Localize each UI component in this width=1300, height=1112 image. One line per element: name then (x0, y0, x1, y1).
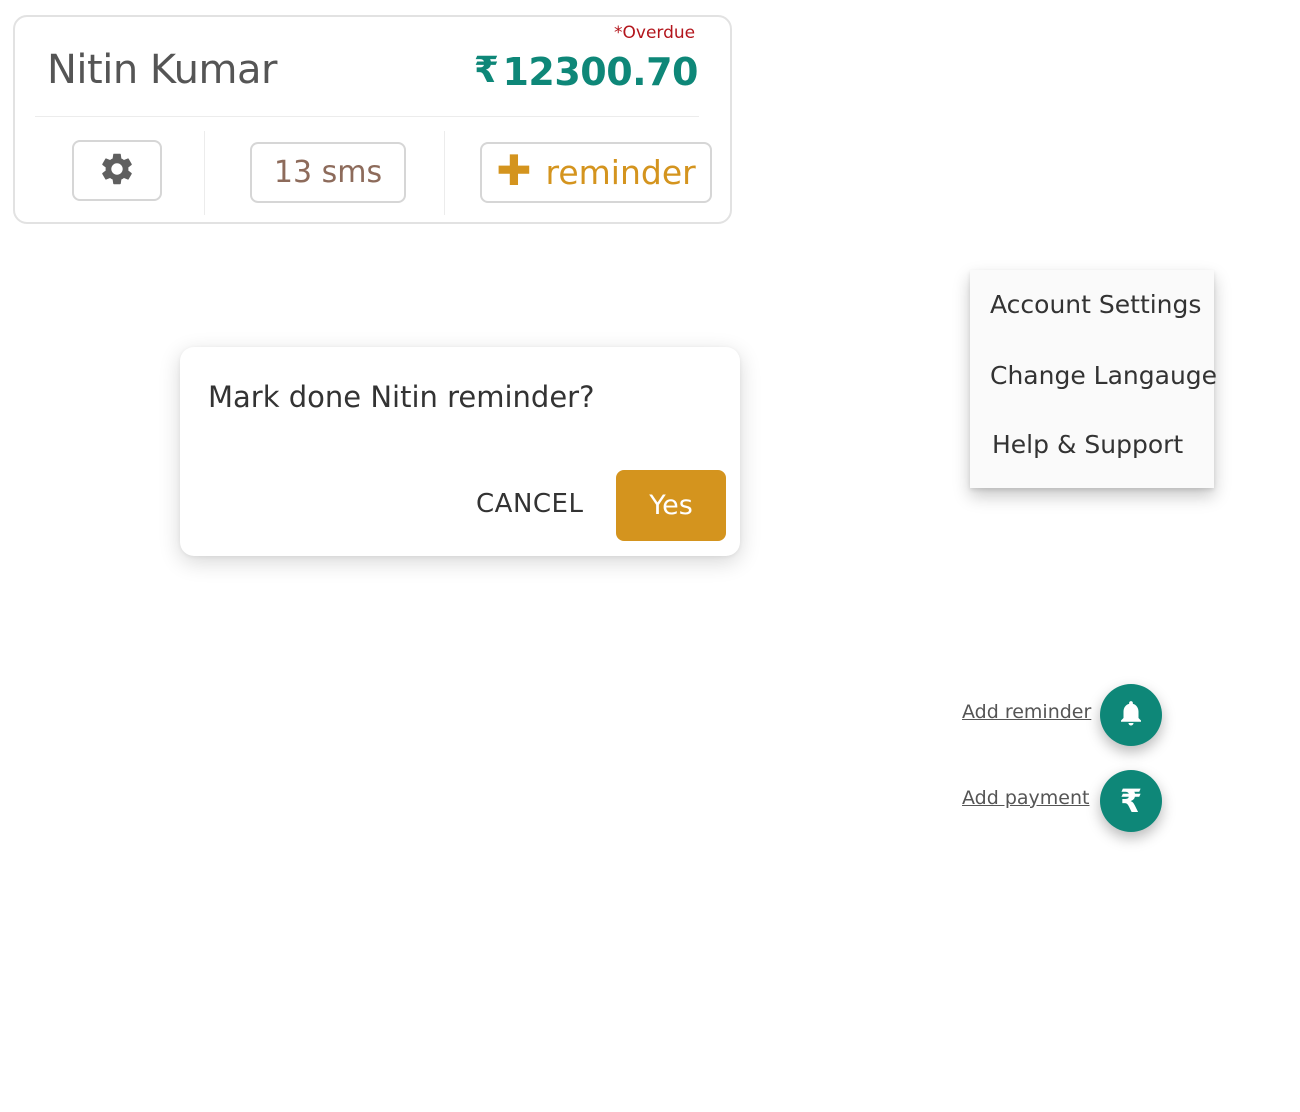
rupee-icon: ₹ (1119, 782, 1143, 820)
card-separator (444, 131, 445, 215)
sms-count-button[interactable]: 13 sms (250, 142, 406, 203)
card-divider (35, 116, 699, 117)
plus-icon: ✚ (496, 146, 532, 195)
rupee-symbol: ₹ (473, 50, 499, 91)
customer-name: Nitin Kumar (47, 47, 277, 93)
settings-button[interactable] (72, 140, 162, 201)
menu-item-help-support[interactable]: Help & Support (992, 430, 1183, 459)
add-reminder-button[interactable]: ✚ reminder (480, 142, 712, 203)
menu-item-account-settings[interactable]: Account Settings (990, 290, 1201, 319)
overdue-label: *Overdue (614, 23, 696, 43)
cancel-button[interactable]: CANCEL (476, 489, 583, 519)
dialog-message: Mark done Nitin reminder? (208, 380, 595, 414)
amount-value: 12300.70 (502, 50, 698, 94)
add-reminder-fab[interactable] (1100, 684, 1162, 746)
bell-icon (1116, 698, 1146, 732)
account-menu: Account Settings Change Langauge Help & … (970, 270, 1217, 488)
menu-item-change-language[interactable]: Change Langauge (990, 361, 1217, 390)
card-separator (204, 131, 205, 215)
confirm-dialog: Mark done Nitin reminder? CANCEL Yes (180, 347, 740, 556)
add-payment-link[interactable]: Add payment (962, 787, 1089, 809)
customer-card: *Overdue Nitin Kumar ₹12300.70 13 sms ✚ … (13, 15, 732, 224)
gear-icon (98, 150, 136, 192)
balance-amount: ₹12300.70 (473, 50, 699, 94)
add-reminder-link[interactable]: Add reminder (962, 701, 1091, 723)
add-reminder-label: reminder (545, 153, 696, 192)
add-payment-fab[interactable]: ₹ (1100, 770, 1162, 832)
yes-button[interactable]: Yes (616, 470, 726, 541)
